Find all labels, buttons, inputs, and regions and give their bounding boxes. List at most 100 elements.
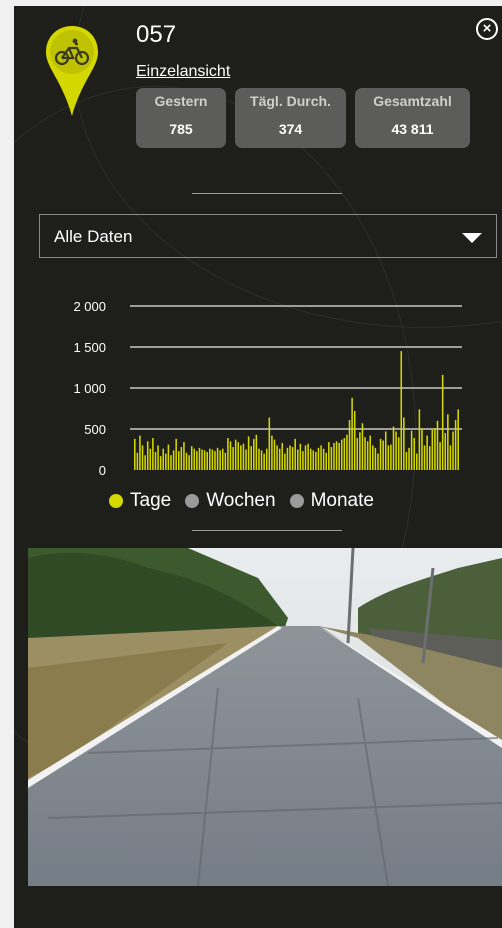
chart-bar[interactable] bbox=[260, 450, 263, 470]
chart-bar[interactable] bbox=[408, 447, 410, 470]
chart-bar[interactable] bbox=[263, 453, 265, 470]
chart-bar[interactable] bbox=[162, 448, 165, 470]
chart-bar[interactable] bbox=[434, 428, 436, 470]
chart-bar[interactable] bbox=[346, 434, 348, 470]
chart-bar[interactable] bbox=[426, 435, 428, 470]
chart-bar[interactable] bbox=[377, 453, 379, 470]
chart-bar[interactable] bbox=[209, 448, 211, 470]
chart-bar[interactable] bbox=[258, 448, 260, 470]
chart-bar[interactable] bbox=[384, 431, 387, 470]
chart-bar[interactable] bbox=[403, 417, 405, 470]
chart-bar[interactable] bbox=[428, 446, 431, 470]
chart-bar[interactable] bbox=[356, 438, 359, 470]
chart-bar[interactable] bbox=[372, 445, 374, 470]
chart-bar[interactable] bbox=[307, 443, 309, 470]
chart-bar[interactable] bbox=[366, 441, 369, 470]
chart-bar[interactable] bbox=[196, 451, 198, 470]
chart-bar[interactable] bbox=[185, 452, 188, 470]
chart-bar[interactable] bbox=[392, 426, 395, 470]
chart-bar[interactable] bbox=[294, 438, 296, 470]
chart-bar[interactable] bbox=[284, 453, 286, 470]
chart-bar[interactable] bbox=[245, 449, 247, 471]
chart-bar[interactable] bbox=[299, 443, 302, 470]
chart-bar[interactable] bbox=[265, 448, 268, 470]
chart-bar[interactable] bbox=[405, 451, 408, 470]
chart-bar[interactable] bbox=[335, 441, 338, 470]
chart-bar[interactable] bbox=[201, 449, 203, 471]
chart-bar[interactable] bbox=[242, 443, 245, 470]
chart-bar[interactable] bbox=[325, 452, 328, 470]
chart-bar[interactable] bbox=[418, 409, 421, 470]
chart-bar[interactable] bbox=[387, 445, 390, 470]
chart-bar[interactable] bbox=[221, 448, 224, 470]
chart-bar[interactable] bbox=[359, 432, 361, 470]
chart-bar[interactable] bbox=[338, 442, 340, 470]
chart-bar[interactable] bbox=[416, 453, 418, 470]
chart-bar[interactable] bbox=[214, 451, 216, 470]
chart-bar[interactable] bbox=[302, 451, 304, 470]
chart-bar[interactable] bbox=[454, 419, 457, 470]
chart-bar[interactable] bbox=[247, 436, 250, 470]
chart-bar[interactable] bbox=[328, 442, 330, 470]
chart-bar[interactable] bbox=[183, 442, 185, 470]
chart-bar[interactable] bbox=[219, 450, 221, 470]
chart-bar[interactable] bbox=[234, 439, 237, 470]
chart-bar[interactable] bbox=[240, 445, 242, 470]
chart-bar[interactable] bbox=[315, 451, 317, 470]
chart-bar[interactable] bbox=[309, 448, 312, 470]
chart-bar[interactable] bbox=[297, 449, 299, 471]
chart-bar[interactable] bbox=[374, 447, 377, 470]
chart-bar[interactable] bbox=[278, 448, 281, 470]
chart-bar[interactable] bbox=[447, 414, 449, 470]
chart-bar[interactable] bbox=[149, 448, 152, 470]
chart-bar[interactable] bbox=[410, 430, 413, 470]
chart-bar[interactable] bbox=[395, 431, 397, 470]
chart-bar[interactable] bbox=[134, 438, 136, 470]
chart-bar[interactable] bbox=[423, 445, 426, 470]
chart-bar[interactable] bbox=[229, 441, 232, 470]
chart-bar[interactable] bbox=[227, 438, 229, 470]
chart-bar[interactable] bbox=[322, 448, 325, 470]
legend-item-days[interactable]: Tage bbox=[109, 490, 171, 512]
chart-bar[interactable] bbox=[144, 455, 146, 470]
chart-bar[interactable] bbox=[348, 419, 351, 470]
chart-bar[interactable] bbox=[444, 433, 447, 470]
chart-bar[interactable] bbox=[273, 439, 276, 470]
chart-bar[interactable] bbox=[361, 423, 364, 470]
chart-bar[interactable] bbox=[421, 428, 423, 470]
chart-bar[interactable] bbox=[159, 456, 162, 470]
data-range-select[interactable]: Alle Daten bbox=[39, 214, 497, 258]
chart-bar[interactable] bbox=[369, 435, 371, 470]
chart-bar[interactable] bbox=[397, 437, 400, 470]
chart-bar[interactable] bbox=[216, 447, 219, 470]
legend-item-months[interactable]: Monate bbox=[289, 490, 374, 512]
detail-view-link[interactable]: Einzelansicht bbox=[136, 63, 230, 81]
chart-bar[interactable] bbox=[457, 409, 459, 470]
chart-bar[interactable] bbox=[281, 442, 284, 470]
chart-bar[interactable] bbox=[333, 442, 335, 470]
chart-bar[interactable] bbox=[400, 351, 403, 470]
chart-bar[interactable] bbox=[253, 438, 255, 470]
chart-bar[interactable] bbox=[351, 397, 353, 470]
chart-bar[interactable] bbox=[188, 455, 190, 470]
chart-bar[interactable] bbox=[154, 451, 157, 470]
chart-bar[interactable] bbox=[170, 455, 172, 470]
chart-bar[interactable] bbox=[304, 445, 307, 470]
chart-bar[interactable] bbox=[291, 447, 294, 470]
chart-bar[interactable] bbox=[175, 438, 177, 470]
chart-bar[interactable] bbox=[317, 447, 320, 470]
chart-bar[interactable] bbox=[167, 444, 170, 470]
chart-bar[interactable] bbox=[198, 447, 201, 470]
chart-bar[interactable] bbox=[340, 439, 343, 470]
chart-bar[interactable] bbox=[271, 435, 273, 470]
chart-bar[interactable] bbox=[449, 445, 452, 470]
chart-bar[interactable] bbox=[232, 447, 234, 470]
chart-bar[interactable] bbox=[224, 452, 227, 470]
chart-bar[interactable] bbox=[289, 445, 291, 470]
chart-bar[interactable] bbox=[172, 450, 175, 470]
chart-bar[interactable] bbox=[203, 450, 206, 470]
chart-bar[interactable] bbox=[268, 417, 271, 470]
chart-bar[interactable] bbox=[364, 437, 366, 470]
chart-bar[interactable] bbox=[353, 410, 356, 470]
chart-bar[interactable] bbox=[382, 440, 384, 470]
